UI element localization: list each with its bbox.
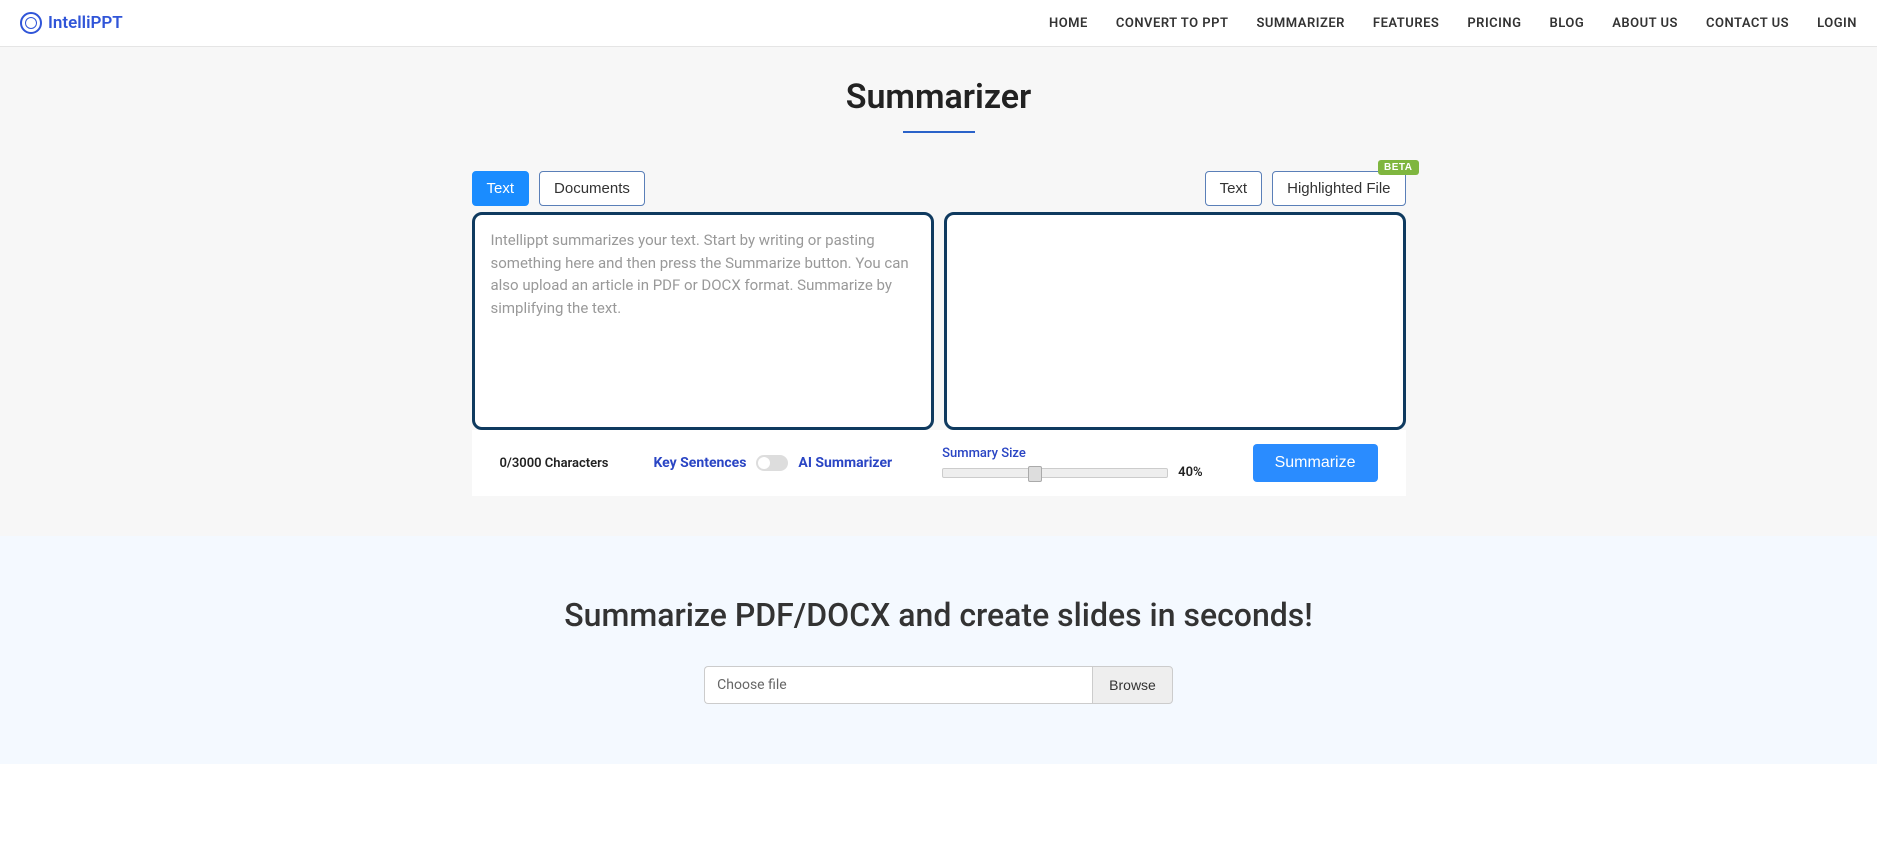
tab-highlighted-file[interactable]: Highlighted File BETA: [1272, 171, 1405, 206]
nav-pricing[interactable]: PRICING: [1467, 16, 1521, 31]
summarize-button[interactable]: Summarize: [1253, 444, 1378, 482]
nav-blog[interactable]: BLOG: [1549, 16, 1584, 31]
panels: [472, 212, 1406, 430]
title-underline: [903, 131, 975, 133]
logo[interactable]: IntelliPPT: [20, 12, 123, 34]
mode-key-sentences: Key Sentences: [653, 455, 746, 471]
slider-thumb[interactable]: [1028, 466, 1042, 482]
tab-documents[interactable]: Documents: [539, 171, 645, 206]
input-textarea[interactable]: [491, 229, 915, 413]
tab-text-input[interactable]: Text: [472, 171, 530, 206]
nav-contact[interactable]: CONTACT US: [1706, 16, 1789, 31]
header: IntelliPPT HOME CONVERT TO PPT SUMMARIZE…: [0, 0, 1877, 47]
input-tabs: Text Documents: [472, 171, 645, 206]
nav-features[interactable]: FEATURES: [1373, 16, 1439, 31]
mode-toggle-group: Key Sentences AI Summarizer: [653, 455, 892, 471]
nav-home[interactable]: HOME: [1049, 16, 1088, 31]
summary-size-label: Summary Size: [942, 446, 1202, 461]
tab-text-output[interactable]: Text: [1205, 171, 1263, 206]
tabs-row: Text Documents Text Highlighted File BET…: [472, 171, 1406, 206]
upload-title: Summarize PDF/DOCX and create slides in …: [0, 596, 1877, 634]
mode-ai-summarizer: AI Summarizer: [798, 455, 892, 471]
beta-badge: BETA: [1378, 160, 1418, 175]
file-chooser: Choose file Browse: [0, 666, 1877, 704]
tab-highlighted-label: Highlighted File: [1287, 180, 1390, 197]
nav-login[interactable]: LOGIN: [1817, 16, 1857, 31]
summary-size-group: Summary Size 40%: [942, 446, 1202, 480]
file-input[interactable]: Choose file: [704, 666, 1092, 704]
summarizer-container: Text Documents Text Highlighted File BET…: [472, 171, 1406, 496]
page-title: Summarizer: [0, 77, 1877, 117]
nav-convert[interactable]: CONVERT TO PPT: [1116, 16, 1229, 31]
mode-toggle[interactable]: [756, 455, 788, 471]
browse-button[interactable]: Browse: [1092, 666, 1173, 704]
output-panel: [944, 212, 1406, 430]
logo-icon: [20, 12, 42, 34]
upload-section: Summarize PDF/DOCX and create slides in …: [0, 536, 1877, 764]
char-count: 0/3000 Characters: [500, 456, 609, 471]
nav-about[interactable]: ABOUT US: [1612, 16, 1678, 31]
main-nav: HOME CONVERT TO PPT SUMMARIZER FEATURES …: [1049, 16, 1857, 31]
summary-size-slider[interactable]: [942, 468, 1168, 478]
slider-row: 40%: [942, 465, 1202, 480]
output-tabs: Text Highlighted File BETA: [1205, 171, 1406, 206]
summarizer-section: Summarizer Text Documents Text Highlight…: [0, 47, 1877, 536]
logo-text: IntelliPPT: [48, 13, 123, 33]
input-panel: [472, 212, 934, 430]
controls-bar: 0/3000 Characters Key Sentences AI Summa…: [472, 430, 1406, 496]
nav-summarizer[interactable]: SUMMARIZER: [1256, 16, 1344, 31]
summary-size-value: 40%: [1178, 465, 1202, 480]
